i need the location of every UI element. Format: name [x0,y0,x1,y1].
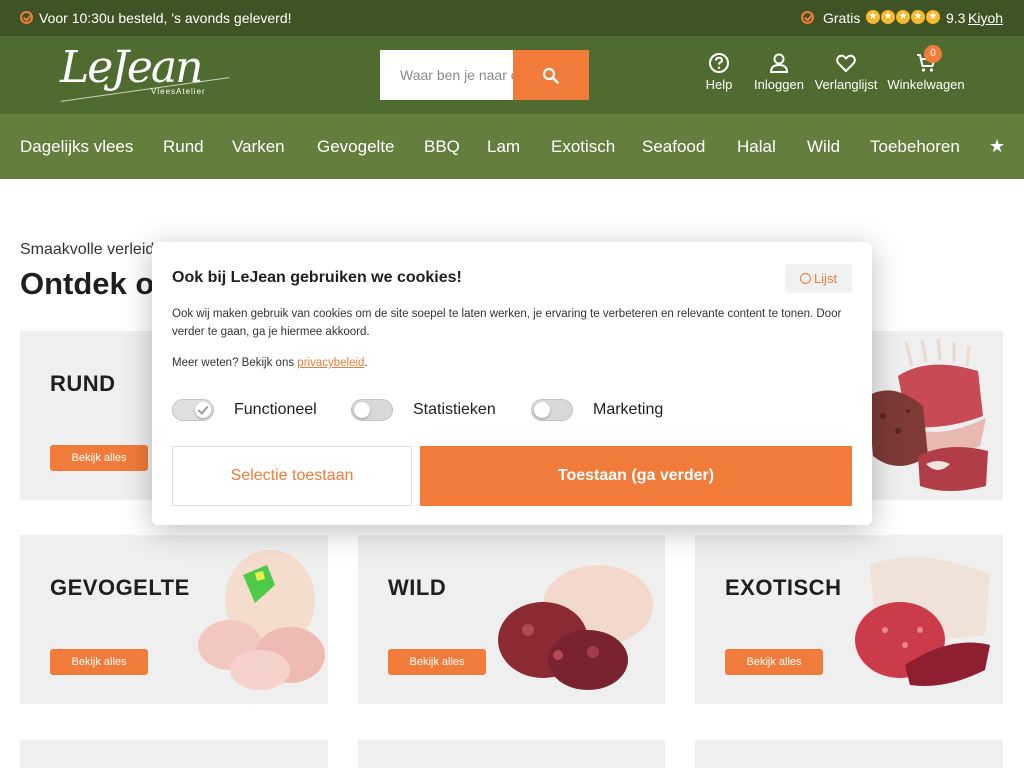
category-tile[interactable] [695,740,1003,768]
toggle-statistieken[interactable] [351,399,393,421]
view-all-button[interactable]: Bekijk alles [50,445,148,471]
cookie-list-button[interactable]: Lijst [785,264,852,293]
site-header: LeJean VleesAtelier Help Inloggen Verlan… [0,36,1024,114]
lejean-logo[interactable]: LeJean VleesAtelier [60,42,240,108]
nav-item-lam[interactable]: Lam [487,137,520,157]
lamb-rack-image [868,338,988,491]
logo-wordmark: LeJean [60,42,204,93]
nav-item-bbq[interactable]: BBQ [424,137,460,157]
nav-item-wild[interactable]: Wild [807,137,840,157]
poultry-image [198,550,325,690]
cart-label: Winkelwagen [887,77,965,92]
privacy-policy-link[interactable]: privacybeleid [297,357,364,369]
toggle-label-functioneel: Functioneel [234,401,317,418]
category-nav: Dagelijks vlees Rund Varken Gevogelte BB… [0,114,1024,179]
tile-title: WILD [388,575,447,600]
top-info-bar: Voor 10:30u besteld, 's avonds geleverd!… [0,0,1024,36]
check-icon [20,11,33,24]
search-button[interactable] [513,50,589,100]
toggle-knob [354,402,370,418]
nav-item-dagelijks-vlees[interactable]: Dagelijks vlees [20,137,133,157]
category-tile[interactable] [358,740,665,768]
free-shipping-label: Gratis [823,10,861,26]
rating-score: 9.3 [946,10,966,26]
nav-item-halal[interactable]: Halal [737,137,776,157]
exotic-meat-image [855,557,990,686]
nav-item-gevogelte[interactable]: Gevogelte [317,137,395,157]
nav-item-seafood[interactable]: Seafood [642,137,705,157]
category-tile-exotisch[interactable]: EXOTISCH Bekijk alles [695,535,1003,704]
allow-all-button[interactable]: Toestaan (ga verder) [420,446,852,506]
toggle-marketing[interactable] [531,399,573,421]
nav-item-toebehoren[interactable]: Toebehoren [870,137,960,157]
category-tile-gevogelte[interactable]: GEVOGELTE Bekijk alles [20,535,328,704]
cookie-description: Ook wij maken gebruik van cookies om de … [172,308,842,338]
star-icon: ★ [911,10,925,24]
help-icon [709,53,729,73]
login-link[interactable]: Inloggen [750,52,808,92]
star-icon[interactable]: ★ [989,136,1005,157]
category-tile-wild[interactable]: WILD Bekijk alles [358,535,665,704]
rating-stars: ★ ★ ★ ★ ★ [866,10,940,24]
star-icon: ★ [866,10,880,24]
view-all-button[interactable]: Bekijk alles [388,649,486,675]
wishlist-link[interactable]: Verlanglijst [812,52,880,92]
nav-item-exotisch[interactable]: Exotisch [551,137,615,157]
toggle-knob [534,402,550,418]
toggle-label-statistieken: Statistieken [413,401,496,418]
game-meat-image [498,565,653,690]
cookie-icon [799,273,811,284]
star-icon: ★ [896,10,910,24]
check-icon [801,11,814,24]
more-info-prefix: Meer weten? Bekijk ons [172,357,298,369]
cookie-consent-dialog: Ook bij LeJean gebruiken we cookies! Lij… [152,242,872,525]
delivery-promise: Voor 10:30u besteld, 's avonds geleverd! [39,10,292,26]
cookie-list-label: Lijst [813,271,838,286]
toggle-functioneel[interactable] [172,399,214,421]
view-all-button[interactable]: Bekijk alles [50,649,148,675]
nav-item-rund[interactable]: Rund [163,137,204,157]
heart-icon [836,54,856,73]
logo-subtitle: VleesAtelier [151,87,206,96]
view-all-button[interactable]: Bekijk alles [725,649,823,675]
help-label: Help [705,77,733,92]
nav-item-varken[interactable]: Varken [232,137,285,157]
search-icon [542,67,559,84]
tile-title: GEVOGELTE [50,575,190,600]
search-input[interactable] [380,50,513,100]
cart-link[interactable]: 0 Winkelwagen [884,45,968,92]
category-tile[interactable] [20,740,328,768]
cart-count-badge: 0 [924,45,942,63]
toggle-knob [195,402,211,418]
cookie-title: Ook bij LeJean gebruiken we cookies! [172,269,462,286]
login-label: Inloggen [754,77,804,92]
help-link[interactable]: Help [699,52,739,92]
allow-selection-button[interactable]: Selectie toestaan [172,446,412,506]
kiyoh-link[interactable]: Kiyoh [968,10,1003,26]
toggle-label-marketing: Marketing [593,401,664,418]
star-icon: ★ [881,10,895,24]
star-icon: ★ [926,10,940,24]
more-info-suffix: . [364,357,368,369]
wishlist-label: Verlanglijst [814,77,878,92]
user-icon [769,53,789,73]
cookie-more-info: Meer weten? Bekijk ons privacybeleid. [172,357,368,369]
tile-title: EXOTISCH [725,575,842,600]
tile-title: RUND [50,371,116,396]
